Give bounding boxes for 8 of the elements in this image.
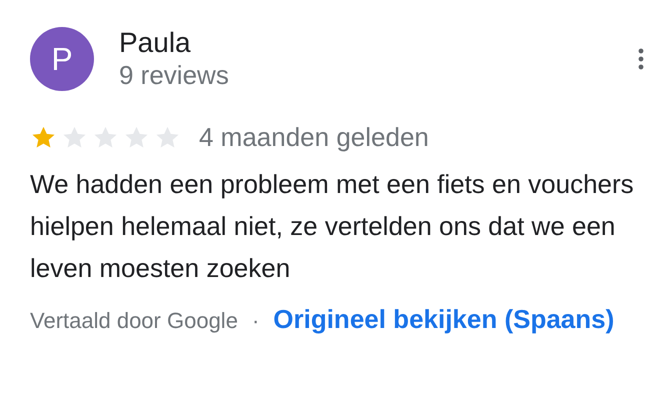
review-text: We hadden een probleem met een fiets en vouchers hielpen helemaal niet, ze vertelden ons dat we een leven moesten zoeken	[30, 168, 635, 285]
translation-note: Vertaald door Google	[30, 308, 238, 333]
reviewer-name[interactable]: Paula	[119, 26, 632, 59]
separator-dot: ·	[252, 308, 260, 333]
avatar: P	[30, 27, 94, 91]
review-date: 4 maanden geleden	[199, 122, 429, 153]
view-original-link[interactable]: Origineel bekijken (Spaans)	[273, 304, 614, 334]
review-count: 9 reviews	[119, 59, 230, 92]
